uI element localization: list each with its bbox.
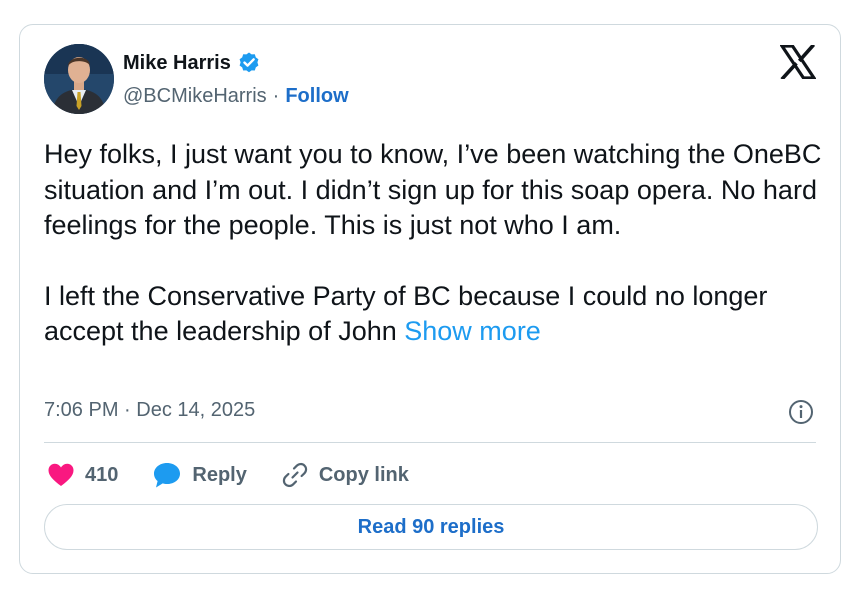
tweet-paragraph-2: I left the Conservative Party of BC beca… <box>44 279 824 350</box>
action-bar: 410 Reply Copy link <box>47 457 443 493</box>
like-button[interactable]: 410 <box>47 462 118 488</box>
tweet-timestamp[interactable]: 7:06 PM · Dec 14, 2025 <box>44 399 255 422</box>
link-icon <box>282 462 308 488</box>
copy-link-button[interactable]: Copy link <box>281 461 409 489</box>
handle-separator: · <box>272 85 280 107</box>
handle-row: @BCMikeHarris · Follow <box>123 85 349 108</box>
reply-button[interactable]: Reply <box>152 461 247 489</box>
verified-badge-icon <box>237 51 261 75</box>
author-name[interactable]: Mike Harris <box>123 52 231 75</box>
like-count: 410 <box>85 463 119 486</box>
read-replies-button[interactable]: Read 90 replies <box>44 504 818 550</box>
tweet-text: Hey folks, I just want you to know, I’ve… <box>44 137 824 350</box>
avatar-photo <box>44 44 114 114</box>
divider <box>44 442 816 443</box>
follow-button[interactable]: Follow <box>285 85 348 108</box>
avatar[interactable] <box>44 44 114 114</box>
heart-icon <box>48 463 74 486</box>
x-logo-icon[interactable] <box>778 43 818 81</box>
author-name-row: Mike Harris <box>123 51 261 75</box>
info-icon[interactable] <box>788 399 814 425</box>
show-more-link[interactable]: Show more <box>404 316 541 346</box>
author-handle[interactable]: @BCMikeHarris <box>123 85 267 108</box>
reply-label: Reply <box>192 463 247 486</box>
copy-link-label: Copy link <box>318 463 409 486</box>
tweet-card: Mike Harris @BCMikeHarris · Follow Hey f… <box>19 24 841 574</box>
tweet-paragraph-1: Hey folks, I just want you to know, I’ve… <box>44 139 822 240</box>
reply-bubble-icon <box>154 463 181 488</box>
